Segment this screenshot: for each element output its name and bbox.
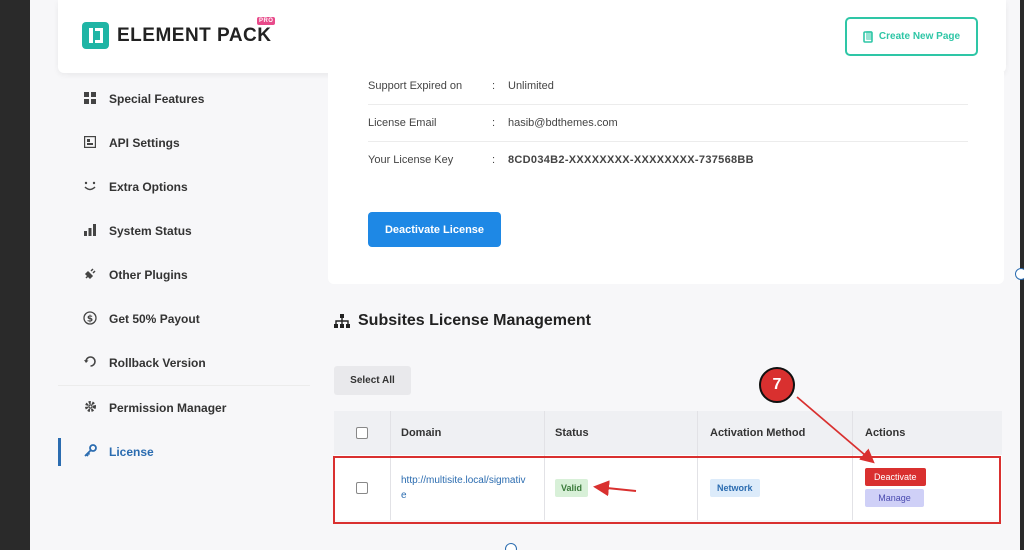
scroll-handle-bottom[interactable]: [505, 543, 517, 550]
step-number-badge: 7: [759, 367, 795, 403]
arrow-to-deactivate: [796, 396, 875, 464]
arrow-to-status: [593, 480, 637, 497]
annotation-arrows: [593, 396, 875, 497]
scroll-handle-right[interactable]: [1015, 268, 1024, 280]
app-frame: ELEMENT PACK PRO Create New Page Special…: [30, 0, 1020, 550]
